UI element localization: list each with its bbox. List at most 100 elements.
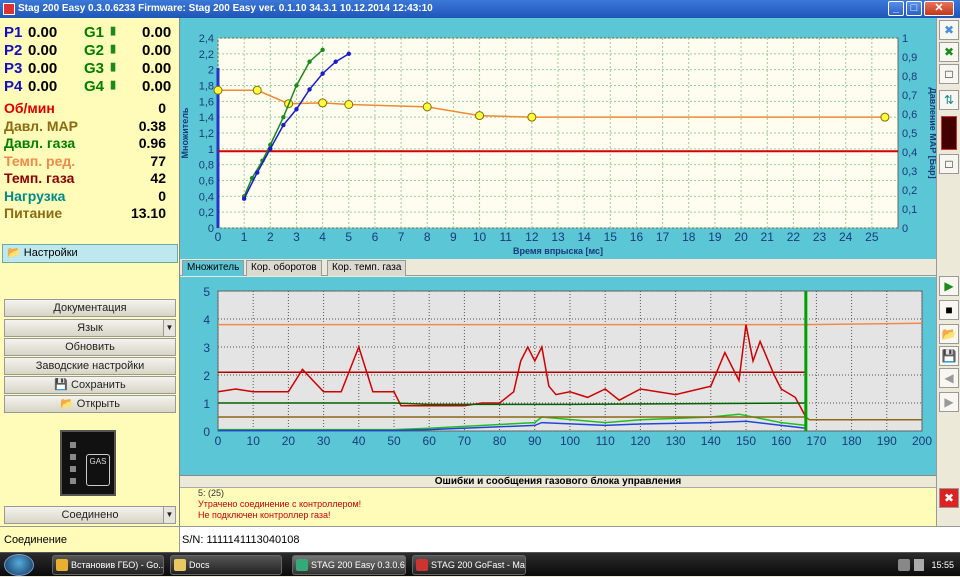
taskbar-item-chrome[interactable]: Встановив ГБО) - Go... — [52, 555, 164, 575]
x-tick-label: 14 — [577, 230, 591, 244]
y2-tick-label: 0,8 — [902, 71, 917, 83]
volume-icon[interactable] — [914, 559, 924, 571]
sample-point — [281, 114, 286, 120]
y2-tick-label: 1 — [902, 33, 908, 45]
taskbar-label: STAG 200 GoFast - Ma... — [431, 560, 526, 570]
network-icon[interactable] — [898, 559, 910, 571]
tab-multiplier[interactable]: Множитель — [182, 260, 245, 276]
y-tick-label: 2 — [203, 369, 210, 383]
y-tick-label: 1,2 — [199, 128, 214, 140]
map-point[interactable] — [213, 85, 223, 95]
x-tick-label: 100 — [560, 434, 580, 448]
petrol-injector-label: P1 — [4, 24, 23, 41]
param-label: Нагрузка — [4, 187, 66, 204]
arrow-right-icon[interactable]: ▶ — [939, 392, 959, 412]
y-tick-label: 1,4 — [199, 112, 214, 124]
injector-icon: ▮ — [110, 43, 117, 55]
x-tick-label: 2 — [267, 230, 274, 244]
taskbar-item-docs[interactable]: Docs — [170, 555, 282, 575]
y-axis-label: Множитель — [180, 107, 190, 158]
y2-tick-label: 0,9 — [902, 52, 917, 64]
map-point[interactable] — [422, 102, 432, 112]
message-line: Не подключен контроллер газа! — [198, 510, 331, 520]
floppy-icon[interactable]: 💾 — [939, 346, 959, 366]
petrol-injector-value: 0.00 — [28, 60, 58, 77]
map-point[interactable] — [475, 111, 485, 121]
gas-switch-icon: GAS — [86, 454, 110, 486]
serial-number: S/N: 1111141113040108 — [182, 534, 300, 546]
x-tick-label: 4 — [319, 230, 326, 244]
map-point[interactable] — [318, 98, 328, 108]
taskbar-item-stag[interactable]: STAG 200 Easy 0.3.0.6... — [292, 555, 406, 575]
sample-point — [320, 47, 325, 53]
factory-settings-button[interactable]: Заводские настройки — [4, 357, 176, 375]
start-button[interactable] — [4, 554, 34, 576]
digit-display — [941, 116, 957, 150]
injector-icon: ▮ — [110, 61, 117, 73]
arrow-left-icon[interactable]: ◀ — [939, 368, 959, 388]
window-icon[interactable]: □ — [939, 64, 959, 84]
maximize-button[interactable]: □ — [906, 1, 922, 16]
x-tick-label: 6 — [372, 230, 379, 244]
zoom-in-icon[interactable]: ✖ — [939, 42, 959, 62]
clock: 15:55 — [931, 560, 954, 570]
map-point[interactable] — [880, 112, 890, 122]
x-tick-label: 50 — [387, 434, 401, 448]
gas-injector-label: G3 — [84, 60, 105, 77]
zoom-out-icon[interactable]: ✖ — [939, 20, 959, 40]
clear-errors-icon[interactable]: ✖ — [939, 488, 959, 508]
y-tick-label: 0,4 — [199, 191, 214, 203]
settings-item[interactable]: 📂 Настройки — [2, 244, 178, 263]
messages-header: Ошибки и сообщения газового блока управл… — [180, 476, 936, 488]
device-indicator: GAS — [60, 430, 116, 496]
tab-gas-temp-correction[interactable]: Кор. темп. газа — [327, 260, 407, 276]
map-point[interactable] — [527, 112, 537, 122]
y2-tick-label: 0,2 — [902, 185, 917, 197]
connection-status: Соединение — [0, 527, 180, 553]
save-button[interactable]: 💾 Сохранить — [4, 376, 176, 394]
sample-point — [268, 146, 273, 152]
message-line: 5: (25) — [198, 488, 225, 498]
play-icon[interactable]: ▶ — [939, 276, 959, 296]
y-tick-label: 1 — [208, 144, 214, 156]
map-point[interactable] — [344, 100, 354, 109]
sample-point — [294, 83, 299, 88]
update-button[interactable]: Обновить — [4, 338, 176, 356]
y-tick-label: 0,6 — [199, 176, 214, 188]
param-row: Давл. газа 0.96 — [4, 135, 172, 151]
square-icon[interactable]: □ — [939, 154, 959, 174]
y-tick-label: 4 — [203, 313, 210, 327]
x-tick-label: 20 — [282, 434, 296, 448]
x-tick-label: 24 — [839, 230, 853, 244]
x-tick-label: 21 — [761, 230, 775, 244]
language-select[interactable]: Язык ▼ — [4, 319, 176, 337]
y2-axis-label: Давление MAP [Бар] — [928, 87, 936, 178]
x-tick-label: 15 — [604, 230, 618, 244]
x-tick-label: 30 — [317, 434, 331, 448]
gas-injector-label: G1 — [84, 24, 105, 41]
connection-select[interactable]: Соединено ▼ — [4, 506, 176, 524]
param-row: Давл. MAP 0.38 — [4, 118, 172, 134]
adjust-icon[interactable]: ⇅ — [939, 90, 959, 110]
close-button[interactable]: ✕ — [924, 1, 954, 16]
gas-injector-value: 0.00 — [142, 42, 172, 59]
chevron-down-icon[interactable]: ▼ — [163, 320, 175, 336]
tab-rpm-correction[interactable]: Кор. оборотов — [246, 260, 322, 276]
led-icon — [70, 454, 76, 460]
map-point[interactable] — [252, 85, 262, 95]
documentation-button[interactable]: Документация — [4, 299, 176, 317]
oscilloscope-chart: 0 10 20 30 40 50 60 70 80 90 100 110 120 130 140 150 160… — [180, 277, 936, 475]
param-label: Темп. ред. — [4, 152, 76, 169]
x-tick-label: 170 — [806, 434, 826, 448]
floppy-icon: 💾 — [54, 379, 68, 391]
minimize-button[interactable]: _ — [888, 1, 904, 16]
stop-icon[interactable]: ■ — [939, 300, 959, 320]
y-tick-label: 2 — [208, 65, 214, 77]
x-tick-label: 200 — [912, 434, 932, 448]
x-tick-label: 160 — [771, 434, 791, 448]
open-button[interactable]: 📂 Открыть — [4, 395, 176, 413]
chevron-down-icon[interactable]: ▼ — [163, 507, 175, 523]
folder-open-icon[interactable]: 📂 — [939, 324, 959, 344]
x-tick-label: 13 — [551, 230, 565, 244]
taskbar-item-pdf[interactable]: STAG 200 GoFast - Ma... — [412, 555, 526, 575]
